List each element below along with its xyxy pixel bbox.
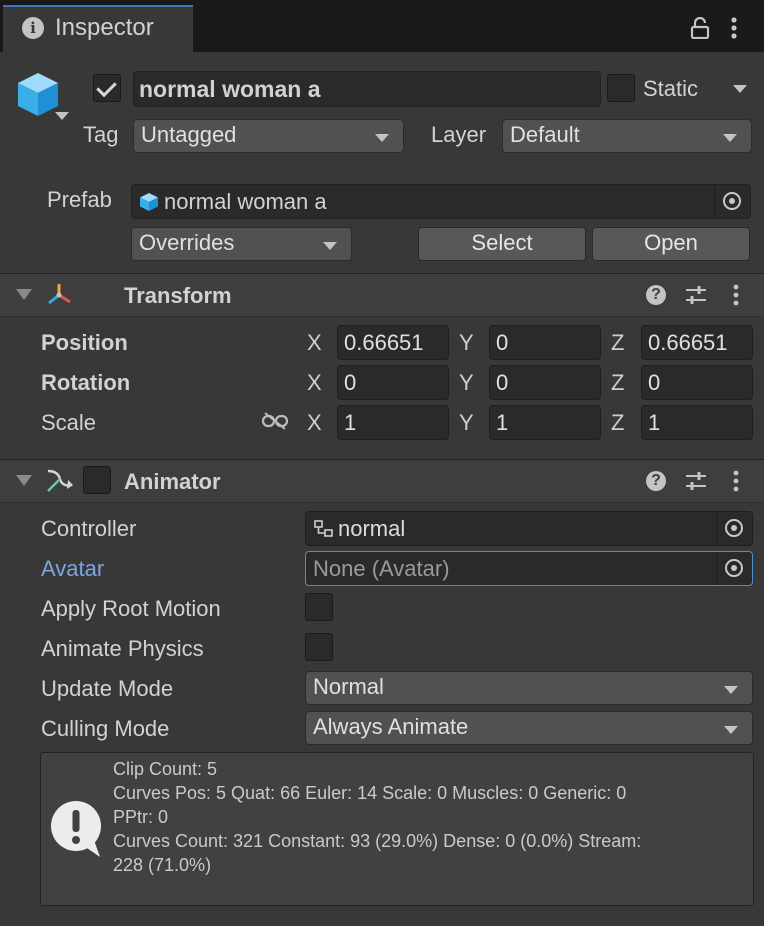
chevron-down-icon xyxy=(723,134,737,142)
info-line: PPtr: 0 xyxy=(113,807,169,827)
kebab-menu-icon[interactable] xyxy=(729,468,743,494)
prefab-field[interactable]: normal woman a xyxy=(131,184,751,219)
controller-label: Controller xyxy=(41,516,137,541)
scale-z-field[interactable]: 1 xyxy=(641,405,753,440)
avatar-field[interactable]: None (Avatar) xyxy=(305,551,753,586)
transform-axes-icon xyxy=(48,284,71,305)
axis-z-label[interactable]: Z xyxy=(611,370,624,396)
animator-icon xyxy=(47,469,73,492)
tab-label: Inspector xyxy=(55,14,154,41)
warning-speech-bubble-icon xyxy=(51,801,101,857)
presets-sliders-icon[interactable] xyxy=(684,284,708,306)
chevron-down-icon xyxy=(724,726,738,734)
kebab-menu-icon[interactable] xyxy=(727,15,741,41)
axis-z-label[interactable]: Z xyxy=(611,330,624,356)
animator-enabled-checkbox[interactable] xyxy=(83,466,111,494)
icon-dropdown-arrow-icon[interactable] xyxy=(55,112,69,120)
tag-dropdown[interactable]: Untagged xyxy=(133,119,404,153)
chevron-down-icon xyxy=(724,686,738,694)
tag-label: Tag xyxy=(83,122,119,147)
active-checkbox[interactable] xyxy=(93,74,121,102)
update-mode-label: Update Mode xyxy=(41,676,174,701)
animator-controller-icon xyxy=(314,520,333,537)
layer-dropdown[interactable]: Default xyxy=(502,119,752,153)
rotation-x-field[interactable]: 0 xyxy=(337,365,449,400)
layer-value: Default xyxy=(510,122,580,147)
position-y-field[interactable]: 0 xyxy=(489,325,601,360)
axis-x-label[interactable]: X xyxy=(307,330,322,356)
name-field[interactable]: normal woman a xyxy=(133,71,601,107)
axis-z-label[interactable]: Z xyxy=(611,410,624,436)
controller-field[interactable]: normal xyxy=(305,511,753,546)
animate-physics-checkbox[interactable] xyxy=(305,633,333,661)
update-mode-dropdown[interactable]: Normal xyxy=(305,671,753,705)
kebab-menu-icon[interactable] xyxy=(729,282,743,308)
foldout-arrow-icon[interactable] xyxy=(16,475,32,486)
scale-y-field[interactable]: 1 xyxy=(489,405,601,440)
culling-mode-value: Always Animate xyxy=(313,714,469,739)
animate-physics-label: Animate Physics xyxy=(41,636,204,661)
avatar-value: None (Avatar) xyxy=(313,556,450,581)
rotation-label: Rotation xyxy=(41,370,131,395)
foldout-arrow-icon[interactable] xyxy=(16,289,32,300)
position-label: Position xyxy=(41,330,128,355)
animator-title: Animator xyxy=(124,469,221,494)
static-dropdown-arrow-icon[interactable] xyxy=(733,85,747,93)
rotation-y-field[interactable]: 0 xyxy=(489,365,601,400)
overrides-dropdown[interactable]: Overrides xyxy=(131,227,352,261)
prefab-label: Prefab xyxy=(47,187,112,212)
presets-sliders-icon[interactable] xyxy=(684,470,708,492)
culling-mode-label: Culling Mode xyxy=(41,716,170,741)
prefab-cube-icon xyxy=(140,193,158,211)
scale-x-field[interactable]: 1 xyxy=(337,405,449,440)
object-picker-icon[interactable] xyxy=(714,185,750,218)
info-line: Curves Pos: 5 Quat: 66 Euler: 14 Scale: … xyxy=(113,783,627,803)
rotation-z-field[interactable]: 0 xyxy=(641,365,753,400)
axis-y-label[interactable]: Y xyxy=(459,370,474,396)
axis-x-label[interactable]: X xyxy=(307,370,322,396)
apply-root-motion-label: Apply Root Motion xyxy=(41,596,221,621)
help-icon[interactable]: ? xyxy=(646,471,666,491)
layer-label: Layer xyxy=(431,122,487,147)
controller-value: normal xyxy=(338,516,406,541)
help-icon[interactable]: ? xyxy=(646,285,666,305)
position-x-field[interactable]: 0.66651 xyxy=(337,325,449,360)
chevron-down-icon xyxy=(375,134,389,142)
select-button[interactable]: Select xyxy=(418,227,586,261)
overrides-label: Overrides xyxy=(139,230,235,255)
open-button[interactable]: Open xyxy=(592,227,750,261)
info-line: Curves Count: 321 Constant: 93 (29.0%) D… xyxy=(113,831,642,851)
lock-icon[interactable] xyxy=(690,17,710,39)
static-label: Static xyxy=(643,76,699,101)
object-picker-icon[interactable] xyxy=(716,552,752,585)
object-picker-icon[interactable] xyxy=(716,512,752,545)
position-z-field[interactable]: 0.66651 xyxy=(641,325,753,360)
static-checkbox[interactable] xyxy=(607,74,635,102)
info-icon: i xyxy=(22,17,44,39)
update-mode-value: Normal xyxy=(313,674,384,699)
constrain-proportions-link-icon[interactable] xyxy=(261,410,289,432)
chevron-down-icon xyxy=(323,242,337,250)
info-line: 228 (71.0%) xyxy=(113,855,212,875)
info-line: Clip Count: 5 xyxy=(113,759,218,779)
axis-y-label[interactable]: Y xyxy=(459,330,474,356)
axis-x-label[interactable]: X xyxy=(307,410,322,436)
apply-root-motion-checkbox[interactable] xyxy=(305,593,333,621)
tag-value: Untagged xyxy=(141,122,237,147)
culling-mode-dropdown[interactable]: Always Animate xyxy=(305,711,753,745)
axis-y-label[interactable]: Y xyxy=(459,410,474,436)
scale-label: Scale xyxy=(41,410,97,435)
avatar-label: Avatar xyxy=(41,556,105,581)
transform-title: Transform xyxy=(124,283,232,308)
prefab-value: normal woman a xyxy=(164,189,327,214)
